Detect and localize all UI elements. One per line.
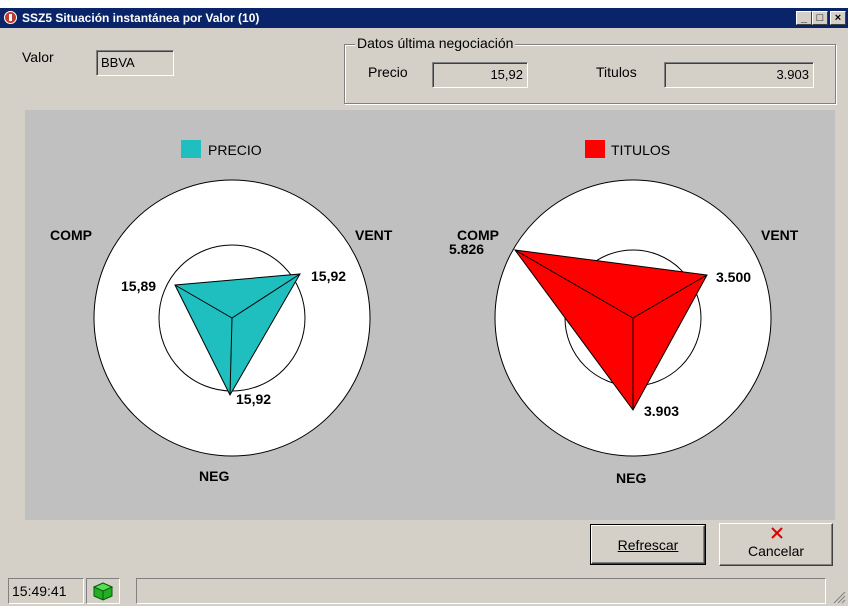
precio-legend-swatch — [181, 140, 201, 158]
title-bar[interactable]: SSZ5 Situación instantánea por Valor (10… — [0, 8, 848, 28]
top-strip — [0, 0, 848, 8]
group-title: Datos última negociación — [355, 35, 516, 51]
precio-chart: PRECIO COMP VENT NEG 15,89 15,92 15,92 — [50, 140, 393, 484]
app-icon[interactable] — [4, 11, 17, 24]
app-window: SSZ5 Situación instantánea por Valor (10… — [0, 0, 848, 606]
titulos-field[interactable]: 3.903 — [664, 62, 814, 88]
cancel-x-icon — [771, 527, 783, 539]
valor-field[interactable]: BBVA — [96, 50, 174, 76]
titulos-legend-label: TITULOS — [611, 142, 670, 158]
window-title: SSZ5 Situación instantánea por Valor (10… — [22, 11, 260, 25]
precio-value-neg: 15,92 — [236, 391, 271, 407]
refrescar-button[interactable]: Refrescar — [590, 524, 706, 565]
status-time: 15:49:41 — [8, 578, 84, 604]
titulos-label: Titulos — [596, 64, 637, 80]
precio-axis-label-vent: VENT — [355, 227, 393, 243]
status-bar: 15:49:41 — [0, 574, 848, 606]
precio-label: Precio — [368, 64, 408, 80]
precio-value-comp: 15,89 — [121, 278, 156, 294]
minimize-button[interactable]: _ — [796, 11, 812, 25]
resize-grip-icon[interactable] — [832, 590, 846, 604]
precio-axis-label-comp: COMP — [50, 227, 92, 243]
titulos-value-vent: 3.500 — [716, 269, 751, 285]
valor-label: Valor — [22, 49, 54, 65]
titulos-value-comp: 5.826 — [449, 241, 484, 257]
radar-charts: PRECIO COMP VENT NEG 15,89 15,92 15,92 T… — [50, 140, 799, 486]
cancelar-button[interactable]: Cancelar — [719, 523, 833, 566]
titulos-chart: TITULOS COMP VENT NEG 5.826 3.500 3.903 — [449, 140, 799, 486]
refrescar-label: Refrescar — [617, 536, 679, 553]
precio-field[interactable]: 15,92 — [432, 62, 528, 88]
titulos-axis-label-neg: NEG — [616, 470, 646, 486]
close-button[interactable]: × — [830, 11, 846, 25]
status-message — [136, 578, 826, 604]
precio-axis-label-neg: NEG — [199, 468, 229, 484]
precio-value-vent: 15,92 — [311, 268, 346, 284]
status-icon-panel — [86, 578, 120, 604]
titulos-axis-label-vent: VENT — [761, 227, 799, 243]
titulos-value-neg: 3.903 — [644, 403, 679, 419]
chart-panel: PRECIO COMP VENT NEG 15,89 15,92 15,92 T… — [25, 110, 835, 520]
titulos-legend-swatch — [585, 140, 605, 158]
precio-legend-label: PRECIO — [208, 142, 262, 158]
network-cube-icon — [92, 582, 114, 601]
cancelar-label: Cancelar — [747, 543, 805, 559]
maximize-button[interactable]: □ — [812, 11, 828, 25]
